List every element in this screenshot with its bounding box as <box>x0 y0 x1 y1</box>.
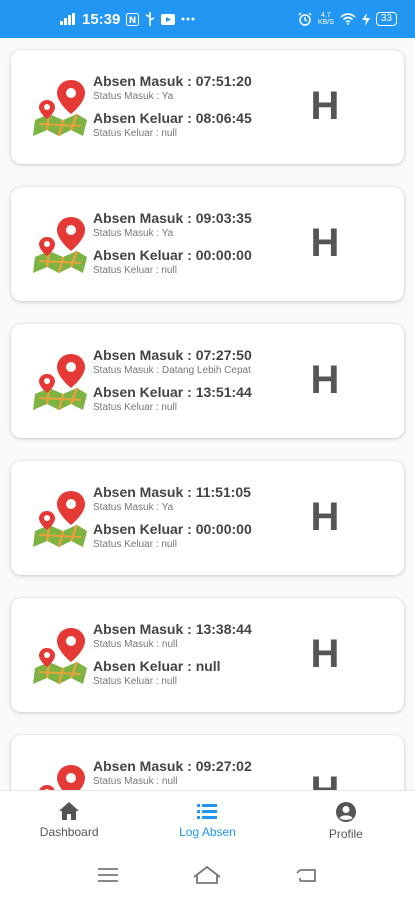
menu-icon[interactable] <box>97 867 119 883</box>
absen-log-card[interactable]: Absen Masuk : 13:38:44 Status Masuk : nu… <box>11 598 404 712</box>
absen-log-details: Absen Masuk : 11:51:05 Status Masuk : Ya… <box>93 483 252 557</box>
map-location-icon <box>33 80 87 137</box>
status-time: 15:39 <box>82 10 121 28</box>
absen-log-card[interactable]: Absen Masuk : 07:51:20 Status Masuk : Ya… <box>11 50 404 164</box>
absen-log-details: Absen Masuk : 13:38:44 Status Masuk : nu… <box>93 620 252 694</box>
absen-masuk-time: Absen Masuk : 09:27:02 <box>93 758 252 774</box>
usb-icon <box>145 12 155 26</box>
bottom-navigation: Dashboard Log Absen Profile <box>0 790 415 851</box>
attendance-code: H <box>310 495 340 539</box>
charging-icon <box>361 12 370 26</box>
status-masuk: Status Masuk : Ya <box>93 228 174 239</box>
absen-log-card[interactable]: Absen Masuk : 09:03:35 Status Masuk : Ya… <box>11 187 404 301</box>
wifi-icon <box>340 13 356 25</box>
attendance-code: H <box>310 358 340 402</box>
network-speed-unit: KB/S <box>317 19 334 26</box>
absen-masuk-time: Absen Masuk : 07:51:20 <box>93 73 252 89</box>
absen-log-details: Absen Masuk : 09:03:35 Status Masuk : Ya… <box>93 209 252 283</box>
map-location-icon <box>33 217 87 274</box>
signal-icon <box>60 13 76 25</box>
status-keluar: Status Keluar : null <box>93 539 177 550</box>
nav-dashboard-label: Dashboard <box>39 825 99 839</box>
status-masuk: Status Masuk : Ya <box>93 502 174 513</box>
status-keluar: Status Keluar : null <box>93 128 177 139</box>
absen-keluar-time: Absen Keluar : 08:06:45 <box>93 110 252 126</box>
more-notifications-icon <box>181 17 195 21</box>
home-icon <box>59 802 80 820</box>
absen-log-card[interactable]: Absen Masuk : 09:27:02 Status Masuk : nu… <box>11 735 404 790</box>
absen-keluar-time: Absen Keluar : 00:00:00 <box>93 247 252 263</box>
list-icon <box>197 804 218 819</box>
absen-log-card[interactable]: Absen Masuk : 11:51:05 Status Masuk : Ya… <box>11 461 404 575</box>
absen-log-details: Absen Masuk : 09:27:02 Status Masuk : nu… <box>93 757 252 790</box>
absen-masuk-time: Absen Masuk : 07:27:50 <box>93 347 252 363</box>
absen-keluar-time: Absen Keluar : null <box>93 658 221 674</box>
status-bar-left: 15:39 N <box>60 11 195 28</box>
absen-keluar-time: Absen Keluar : 00:00:00 <box>93 521 252 537</box>
absen-log-details: Absen Masuk : 07:51:20 Status Masuk : Ya… <box>93 72 252 146</box>
attendance-code: H <box>310 84 340 128</box>
status-bar: 15:39 N 4.7 KB/S 33 <box>0 0 415 38</box>
battery-level: 33 <box>375 12 397 26</box>
attendance-code: H <box>310 221 340 265</box>
system-navigation-bar <box>0 850 415 900</box>
absen-masuk-time: Absen Masuk : 11:51:05 <box>93 484 251 500</box>
absen-keluar-time: Absen Keluar : 13:51:44 <box>93 384 252 400</box>
status-keluar: Status Keluar : null <box>93 402 177 413</box>
account-circle-icon <box>335 802 356 822</box>
nav-log-absen-label: Log Absen <box>179 825 236 839</box>
network-speed-value: 4.7 <box>321 12 331 19</box>
map-location-icon <box>33 354 87 411</box>
nav-profile[interactable]: Profile <box>277 791 415 851</box>
network-speed: 4.7 KB/S <box>318 12 334 26</box>
status-masuk: Status Masuk : Datang Lebih Cepat <box>93 365 251 376</box>
absen-log-list[interactable]: Absen Masuk : 07:51:20 Status Masuk : Ya… <box>0 38 415 790</box>
attendance-code: H <box>310 632 340 676</box>
alarm-icon <box>298 12 312 26</box>
home-outline-icon[interactable] <box>192 865 222 885</box>
map-location-icon <box>33 491 87 548</box>
status-keluar: Status Keluar : null <box>93 676 177 687</box>
status-masuk: Status Masuk : null <box>93 776 178 787</box>
status-masuk: Status Masuk : Ya <box>93 91 174 102</box>
absen-log-details: Absen Masuk : 07:27:50 Status Masuk : Da… <box>93 346 252 420</box>
back-icon[interactable] <box>296 867 318 883</box>
nav-dashboard[interactable]: Dashboard <box>0 791 138 851</box>
status-keluar: Status Keluar : null <box>93 265 177 276</box>
map-location-icon <box>39 765 85 790</box>
absen-masuk-time: Absen Masuk : 13:38:44 <box>93 621 252 637</box>
absen-masuk-time: Absen Masuk : 09:03:35 <box>93 210 252 226</box>
nav-profile-label: Profile <box>328 827 363 841</box>
nav-log-absen[interactable]: Log Absen <box>138 791 276 851</box>
notification-app-icon: N <box>126 12 140 26</box>
map-location-icon <box>33 628 87 685</box>
absen-log-card[interactable]: Absen Masuk : 07:27:50 Status Masuk : Da… <box>11 324 404 438</box>
youtube-icon <box>161 13 176 25</box>
svg-text:N: N <box>129 16 137 26</box>
status-masuk: Status Masuk : null <box>93 639 178 650</box>
attendance-code: H <box>305 767 345 790</box>
status-bar-right: 4.7 KB/S 33 <box>298 12 397 26</box>
